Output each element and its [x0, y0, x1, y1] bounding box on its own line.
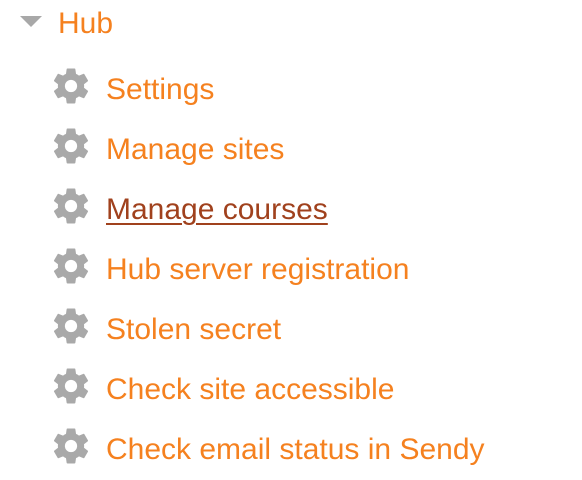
- gear-icon: [50, 425, 92, 467]
- gear-icon: [50, 185, 92, 227]
- tree-item-label[interactable]: Manage sites: [106, 130, 284, 170]
- tree-item-manage-sites[interactable]: Manage sites: [50, 120, 485, 180]
- gear-icon: [50, 365, 92, 407]
- tree-node-hub-label[interactable]: Hub: [58, 4, 113, 44]
- tree-item-label[interactable]: Hub server registration: [106, 250, 409, 290]
- gear-icon: [50, 125, 92, 167]
- tree-item-settings[interactable]: Settings: [50, 60, 485, 120]
- tree-item-manage-courses[interactable]: Manage courses: [50, 180, 485, 240]
- gear-icon: [50, 305, 92, 347]
- tree-item-label[interactable]: Check email status in Sendy: [106, 430, 485, 470]
- gear-icon: [50, 245, 92, 287]
- hub-children-list: Settings Manage sites Manage courses Hub…: [50, 60, 485, 480]
- tree-item-label[interactable]: Check site accessible: [106, 370, 394, 410]
- tree-item-hub-server-registration[interactable]: Hub server registration: [50, 240, 485, 300]
- tree-item-label[interactable]: Settings: [106, 70, 214, 110]
- caret-down-icon[interactable]: [20, 15, 42, 27]
- tree-item-check-site-accessible[interactable]: Check site accessible: [50, 360, 485, 420]
- admin-tree: Hub Settings Manage sites Manage courses: [0, 0, 582, 474]
- tree-node-hub[interactable]: Hub: [20, 4, 113, 44]
- gear-icon: [50, 65, 92, 107]
- tree-item-label[interactable]: Stolen secret: [106, 310, 281, 350]
- tree-item-stolen-secret[interactable]: Stolen secret: [50, 300, 485, 360]
- tree-item-label[interactable]: Manage courses: [106, 190, 328, 230]
- tree-item-check-email-status-in-sendy[interactable]: Check email status in Sendy: [50, 420, 485, 480]
